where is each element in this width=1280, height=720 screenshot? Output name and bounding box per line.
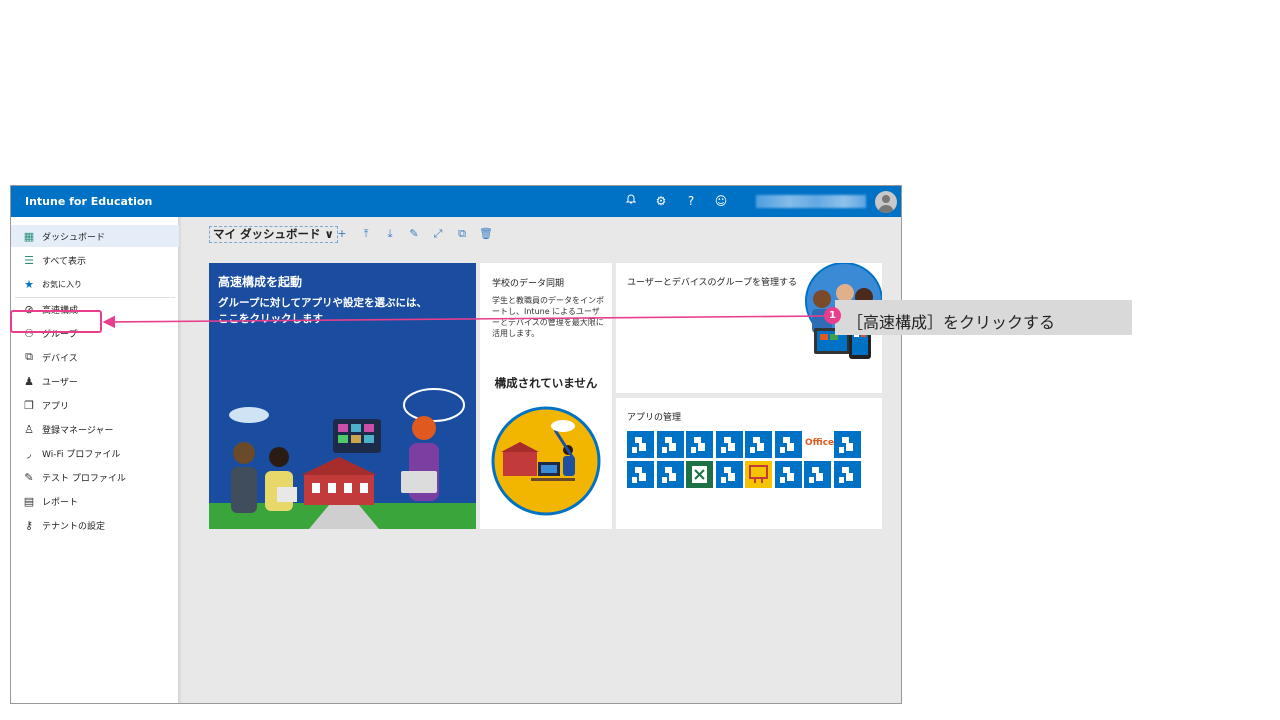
manage-apps-title: アプリの管理: [627, 413, 682, 423]
school-data-sync-status: 構成されていません: [494, 376, 598, 390]
manage-apps-tile[interactable]: アプリの管理 Office: [616, 398, 882, 529]
app-icon[interactable]: [804, 461, 831, 488]
fullscreen-icon[interactable]: ⤢: [431, 226, 445, 242]
edit-icon[interactable]: ✎: [407, 226, 421, 242]
school-data-sync-description: 学生と教職員のデータをインポートし、Intune によるユーザーとデバイスの管理…: [492, 296, 604, 338]
sidebar-item-wifi[interactable]: ◞ Wi-Fi プロファイル: [11, 442, 179, 464]
quick-config-tile[interactable]: 高速構成を起動 グループに対してアプリや設定を選ぶには、ここをクリックします: [209, 263, 476, 529]
app-title[interactable]: Intune for Education: [25, 195, 152, 208]
callout-text: ［高速構成］をクリックする: [847, 313, 1056, 332]
powerpoint-app-icon[interactable]: [745, 461, 772, 488]
sidebar-item-label: すべて表示: [42, 256, 87, 267]
sidebar: « ▦ダッシュボード☰すべて表示★お気に入り⊘高速構成⚇グループ⧉デバイス♟ユー…: [11, 217, 179, 703]
sidebar-item-star[interactable]: ★ お気に入り: [11, 273, 179, 295]
copy-icon[interactable]: ⧉: [455, 226, 469, 242]
app-icon[interactable]: [715, 431, 743, 458]
app-icon: ❐: [24, 398, 34, 412]
delete-icon[interactable]: 🗑: [479, 226, 493, 242]
school-data-sync-tile[interactable]: 学校のデータ同期 学生と教職員のデータをインポートし、Intune によるユーザ…: [480, 263, 612, 529]
school-sync-illustration: [491, 406, 601, 516]
sidebar-item-device[interactable]: ⧉ デバイス: [11, 346, 179, 368]
app-icon[interactable]: [745, 431, 772, 458]
sidebar-item-label: 登録マネージャー: [42, 425, 114, 436]
user-icon: ♟: [24, 374, 34, 388]
sidebar-item-label: レポート: [42, 497, 79, 508]
star-icon: ★: [24, 277, 34, 291]
app-icon[interactable]: [656, 431, 684, 458]
sidebar-item-dashboard[interactable]: ▦ ダッシュボード: [11, 225, 179, 247]
app-icon[interactable]: [686, 431, 713, 458]
device-icon: ⧉: [25, 350, 33, 363]
manage-groups-title: ユーザーとデバイスのグループを管理する: [627, 278, 798, 288]
app-icon[interactable]: [774, 461, 802, 488]
user-name-blurred[interactable]: [756, 195, 866, 208]
sidebar-item-label: お気に入り: [42, 279, 82, 289]
sidebar-item-key[interactable]: ⚷ テナントの設定: [11, 514, 179, 536]
sidebar-item-label: ダッシュボード: [42, 232, 106, 243]
sidebar-item-label: ユーザー: [42, 377, 78, 388]
quick-config-description: グループに対してアプリや設定を選ぶには、ここをクリックします: [218, 297, 428, 325]
app-window: Intune for Education ⚙ ? ☺ « ▦ダッシュボード☰すべ…: [10, 185, 902, 704]
app-icon[interactable]: [774, 431, 802, 458]
app-icon[interactable]: [627, 431, 654, 458]
pen-icon: ✎: [24, 470, 34, 484]
app-icon[interactable]: [656, 461, 684, 488]
app-icon[interactable]: [833, 431, 861, 458]
sidebar-item-user[interactable]: ♟ ユーザー: [11, 370, 179, 392]
sidebar-item-label: テナントの設定: [42, 521, 106, 532]
sidebar-item-label: Wi-Fi プロファイル: [42, 449, 121, 460]
app-icon[interactable]: [715, 461, 743, 488]
app-icon[interactable]: [627, 461, 654, 488]
app-icon[interactable]: [833, 461, 861, 488]
wifi-icon: ◞: [26, 446, 32, 460]
enrollment-manager-icon: ♙: [24, 422, 34, 436]
office-logo-label: Office: [805, 438, 835, 448]
sidebar-item-label: テスト プロファイル: [42, 473, 126, 484]
upload-icon[interactable]: ⤒: [359, 226, 373, 242]
sidebar-item-app[interactable]: ❐ アプリ: [11, 394, 179, 416]
avatar[interactable]: [875, 191, 897, 213]
report-icon: ▤: [23, 494, 35, 508]
sidebar-divider: [15, 297, 175, 298]
key-icon: ⚷: [24, 518, 34, 532]
list-icon: ☰: [24, 253, 34, 267]
screenshot-stage: Intune for Education ⚙ ? ☺ « ▦ダッシュボード☰すべ…: [0, 0, 1280, 720]
dashboard-icon: ▦: [23, 229, 35, 243]
sidebar-item-list[interactable]: ☰ すべて表示: [11, 249, 179, 271]
step-number-badge: 1: [824, 307, 841, 324]
download-icon[interactable]: ⤓: [383, 226, 397, 242]
classroom-illustration: [209, 388, 476, 529]
excel-app-icon[interactable]: [686, 461, 713, 488]
sidebar-item-pen[interactable]: ✎ テスト プロファイル: [11, 466, 179, 488]
sidebar-item-report[interactable]: ▤ レポート: [11, 490, 179, 512]
sidebar-item-enrollment-manager[interactable]: ♙ 登録マネージャー: [11, 418, 179, 440]
sidebar-item-label: デバイス: [42, 353, 78, 364]
school-data-sync-title: 学校のデータ同期: [492, 279, 565, 289]
sidebar-shadow: [179, 217, 182, 703]
highlight-box: [10, 310, 102, 333]
bell-icon[interactable]: [623, 193, 639, 209]
smiley-icon[interactable]: ☺: [713, 193, 729, 209]
add-icon[interactable]: +: [335, 226, 349, 242]
gear-icon[interactable]: ⚙: [653, 193, 669, 209]
help-icon[interactable]: ?: [683, 193, 699, 209]
dashboard-selector[interactable]: マイ ダッシュボード ∨: [209, 226, 338, 243]
top-bar: Intune for Education ⚙ ? ☺: [11, 186, 901, 217]
quick-config-title: 高速構成を起動: [218, 275, 303, 289]
office-app-icon[interactable]: Office: [804, 431, 835, 458]
app-icon-grid: Office: [627, 431, 867, 488]
sidebar-item-label: アプリ: [42, 401, 70, 412]
callout-box: ［高速構成］をクリックする: [835, 300, 1132, 335]
